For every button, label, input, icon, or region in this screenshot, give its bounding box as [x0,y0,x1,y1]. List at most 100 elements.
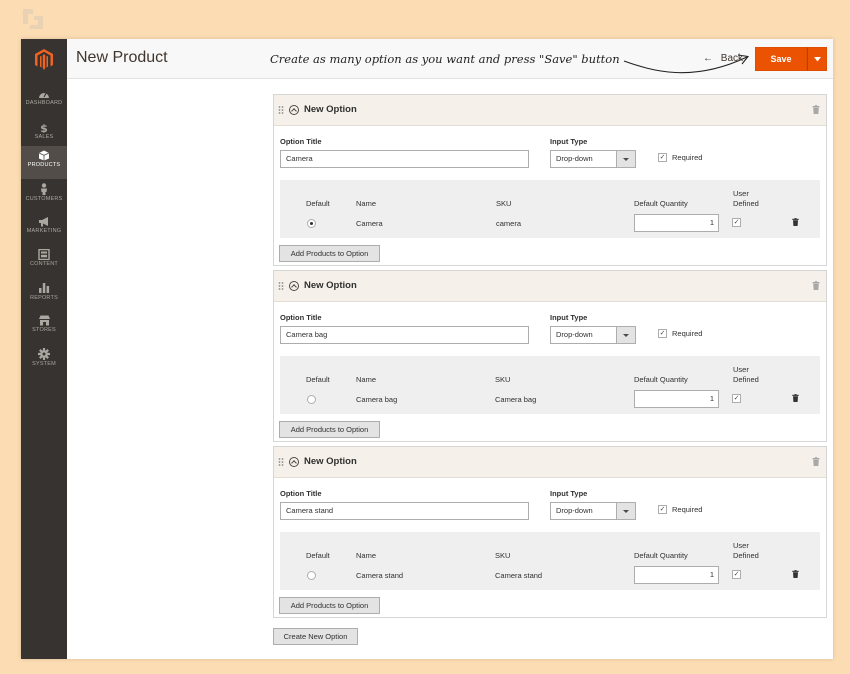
gear-icon [38,348,50,360]
drag-handle-icon[interactable] [278,106,284,114]
add-products-button[interactable]: Add Products to Option [279,421,380,438]
selections-grid: Default Name SKU Default Quantity User D… [280,180,820,238]
row-sku: Camera bag [495,395,537,404]
option-title-input[interactable]: Camera [280,150,529,168]
magento-logo[interactable] [21,39,67,79]
collapse-toggle-icon[interactable] [289,457,299,467]
sidebar-item-label: Products [27,162,61,168]
col-default-qty: Default Quantity [634,551,688,560]
option-title-label: Option Title [280,489,322,498]
required-checkbox[interactable]: ✓ [658,505,667,514]
option-title-label: Option Title [280,137,322,146]
option-title-input[interactable]: Camera stand [280,502,529,520]
input-type-label: Input Type [550,313,588,322]
dropdown-arrow-icon [616,503,635,519]
sidebar-item-dashboard[interactable]: Dashboard [21,85,67,118]
person-icon [41,183,47,195]
required-checkbox[interactable]: ✓ [658,153,667,162]
option-block-3: New Option Option Title Camera stand Inp… [273,446,827,618]
page-title: New Product [76,49,168,66]
sidebar-item-customers[interactable]: Customers [21,179,67,212]
trash-icon[interactable] [792,218,799,226]
col-sku: SKU [495,375,511,384]
chevron-down-icon [813,56,821,61]
user-defined-checkbox[interactable]: ✓ [732,394,741,403]
collapse-toggle-icon[interactable] [289,105,299,115]
sidebar-item-reports[interactable]: Reports [21,278,67,311]
option-title-input[interactable]: Camera bag [280,326,529,344]
sidebar-item-content[interactable]: Content [21,245,67,278]
option-title-label: Option Title [280,313,322,322]
default-qty-input[interactable]: 1 [634,214,719,232]
sidebar-item-products[interactable]: Products [21,146,67,179]
sidebar-item-label: Marketing [26,228,62,234]
dropdown-arrow-icon [616,327,635,343]
admin-sidebar: Dashboard $ Sales Products Customers Mar… [21,39,67,659]
user-defined-checkbox[interactable]: ✓ [732,570,741,579]
dollar-icon: $ [40,122,48,133]
option-header: New Option [274,447,826,478]
default-radio[interactable] [307,571,316,580]
input-type-value: Drop-down [556,330,593,339]
trash-icon[interactable] [812,105,820,114]
selections-grid: Default Name SKU Default Quantity User D… [280,356,820,414]
option-header: New Option [274,271,826,302]
bar-chart-icon [39,283,50,293]
sidebar-item-stores[interactable]: Stores [21,311,67,344]
input-type-select[interactable]: Drop-down [550,150,636,168]
page-header: New Product Create as many option as you… [67,39,833,79]
input-type-select[interactable]: Drop-down [550,326,636,344]
create-new-option-button[interactable]: Create New Option [273,628,358,645]
sidebar-item-label: Content [30,261,58,267]
col-name: Name [356,375,377,384]
input-type-value: Drop-down [556,154,593,163]
default-radio[interactable] [307,395,316,404]
save-button[interactable]: Save [755,47,807,71]
dashboard-icon [39,92,49,98]
sidebar-item-label: Customers [25,196,63,202]
add-products-button[interactable]: Add Products to Option [279,597,380,614]
sidebar-item-label: Stores [32,327,56,333]
col-user-defined: User [733,541,749,550]
col-default-qty: Default Quantity [634,375,688,384]
sidebar-item-marketing[interactable]: Marketing [21,212,67,245]
col-user-defined: User [733,365,749,374]
admin-window: Dashboard $ Sales Products Customers Mar… [21,39,833,659]
layout-icon [38,249,50,260]
input-type-value: Drop-down [556,506,593,515]
default-qty-input[interactable]: 1 [634,390,719,408]
save-options-toggle[interactable] [807,47,827,71]
trash-icon[interactable] [792,570,799,578]
sidebar-item-label: System [32,361,56,367]
row-name: Camera stand [356,571,404,580]
input-type-select[interactable]: Drop-down [550,502,636,520]
sidebar-item-system[interactable]: System [21,344,67,377]
default-radio[interactable] [307,219,316,228]
drag-handle-icon[interactable] [278,458,284,466]
row-sku: camera [496,219,522,228]
option-heading: New Option [304,104,357,115]
col-sku: SKU [496,199,512,208]
user-defined-checkbox[interactable]: ✓ [732,218,741,227]
watermark-logo-icon [23,9,43,29]
col-user-defined: Defined [733,199,759,208]
selections-grid: Default Name SKU Default Quantity User D… [280,532,820,590]
megaphone-icon [38,217,48,227]
collapse-toggle-icon[interactable] [289,281,299,291]
instruction-annotation: Create as many option as you want and pr… [270,52,620,66]
default-qty-input[interactable]: 1 [634,566,719,584]
svg-text:$: $ [40,122,48,133]
required-label: Required [672,153,703,162]
drag-handle-icon[interactable] [278,282,284,290]
required-label: Required [672,329,703,338]
trash-icon[interactable] [812,457,820,466]
col-default-qty: Default Quantity [634,199,688,208]
back-button[interactable]: ← Back [703,53,743,64]
add-products-button[interactable]: Add Products to Option [279,245,380,262]
trash-icon[interactable] [792,394,799,402]
dropdown-arrow-icon [616,151,635,167]
option-heading: New Option [304,280,357,291]
trash-icon[interactable] [812,281,820,290]
required-checkbox[interactable]: ✓ [658,329,667,338]
sidebar-item-label: Sales [34,134,54,140]
